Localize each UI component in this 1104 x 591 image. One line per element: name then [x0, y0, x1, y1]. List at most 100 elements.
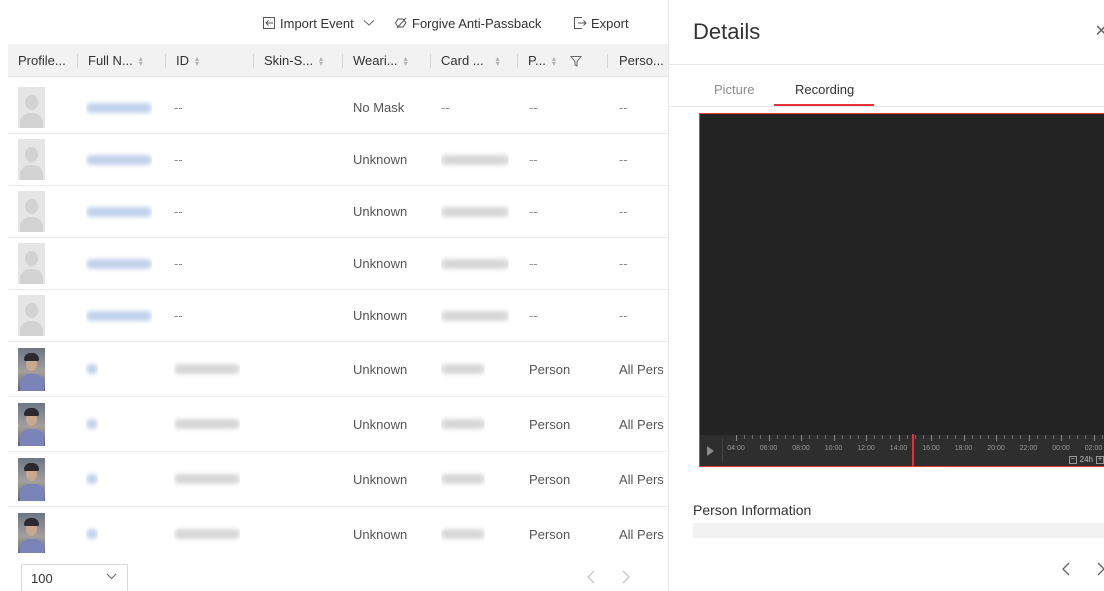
timeline-label: 04:00	[727, 445, 745, 452]
timeline-label: 10:00	[824, 445, 843, 452]
filter-icon[interactable]	[569, 55, 582, 67]
previous-record-icon[interactable]	[1061, 562, 1070, 576]
column-header-skin-surface[interactable]: Skin-S... ▴ ▾	[253, 44, 325, 77]
profile-cell	[18, 186, 45, 237]
timeline-minor-tick	[776, 435, 778, 439]
table-row[interactable]: -- No Mask -- -- --	[8, 82, 668, 134]
timeline-minor-tick	[752, 435, 754, 439]
timeline-minor-tick	[1036, 435, 1038, 439]
timeline-label: 02:00	[1084, 445, 1103, 452]
tab-picture[interactable]: Picture	[714, 82, 754, 97]
timeline-minor-tick	[809, 435, 811, 439]
full-name-cell[interactable]	[86, 134, 152, 185]
table-row[interactable]: -- Unknown -- --	[8, 186, 668, 238]
card-no-cell	[441, 290, 509, 341]
timeline-minor-tick	[979, 435, 981, 439]
profile-photo[interactable]	[18, 512, 45, 556]
timeline-major-tick	[996, 435, 997, 441]
wearing-mask-cell: Unknown	[353, 361, 408, 377]
table-row[interactable]: -- Unknown -- --	[8, 134, 668, 186]
export-button[interactable]: Export	[573, 14, 629, 32]
id-cell: --	[174, 152, 183, 167]
wearing-mask-cell: Unknown	[353, 416, 408, 432]
export-label: Export	[591, 15, 629, 31]
profile-photo[interactable]	[18, 457, 45, 501]
timeline-minor-tick	[914, 435, 916, 439]
card-no-cell	[441, 238, 509, 289]
card-no-cell: --	[441, 100, 450, 115]
full-name-cell[interactable]	[86, 290, 152, 341]
wearing-mask-cell: No Mask	[353, 100, 405, 115]
timeline-minor-tick	[987, 435, 989, 439]
import-event-button[interactable]: Import Event	[262, 14, 375, 32]
sort-icon[interactable]: ▴ ▾	[496, 54, 502, 67]
table-row[interactable]: Unknown Person All Pers	[8, 397, 668, 452]
full-name-cell[interactable]	[86, 342, 98, 396]
column-header-id[interactable]: ID ▴ ▾	[165, 44, 201, 77]
profile-cell	[18, 342, 45, 396]
table-row[interactable]: -- Unknown -- --	[8, 238, 668, 290]
id-cell: --	[174, 308, 183, 323]
timeline-major-tick	[931, 435, 932, 441]
zoom-out-icon[interactable]: −	[1068, 455, 1077, 464]
details-panel: Details ✕ Picture Recording 04:00 06:00 08…	[669, 0, 1104, 591]
sort-icon[interactable]: ▴ ▾	[319, 54, 325, 67]
full-name-cell[interactable]	[86, 186, 152, 237]
timeline-minor-tick	[947, 435, 949, 439]
column-header-card-no[interactable]: Card ... ▴ ▾	[430, 44, 502, 77]
sort-icon[interactable]: ▴ ▾	[139, 54, 145, 67]
timeline-minor-tick	[760, 435, 762, 439]
profile-photo[interactable]	[18, 402, 45, 446]
full-name-cell[interactable]	[86, 452, 98, 506]
tab-recording[interactable]: Recording	[795, 82, 854, 97]
next-page-icon[interactable]	[622, 570, 631, 584]
card-no-cell	[441, 186, 509, 237]
timeline-major-tick	[1093, 435, 1095, 441]
person-type-cell: --	[529, 256, 538, 271]
column-header-person-type[interactable]: P... ▴ ▾	[517, 44, 582, 77]
column-header-wearing-mask[interactable]: Weari... ▴ ▾	[342, 44, 410, 77]
timeline-separator	[722, 439, 723, 463]
timeline-minor-tick	[922, 435, 924, 439]
full-name-cell[interactable]	[86, 82, 152, 133]
next-record-icon[interactable]	[1097, 562, 1104, 576]
column-header-full-name[interactable]: Full N... ▴ ▾	[77, 44, 145, 77]
timeline-minor-tick	[857, 435, 859, 439]
column-header-person-group[interactable]: Perso...	[607, 44, 664, 77]
person-group-cell: --	[619, 308, 628, 323]
full-name-cell[interactable]	[86, 238, 152, 289]
table-row[interactable]: -- Unknown -- --	[8, 290, 668, 342]
table-header: Profile... Full N... ▴ ▾ ID ▴ ▾ Skin-S... …	[8, 44, 668, 77]
timeline-major-tick	[963, 435, 965, 441]
profile-photo[interactable]	[18, 347, 45, 391]
page-size-select[interactable]: 100	[21, 564, 128, 591]
playback-timeline[interactable]: 04:00 06:00 08:00 10:00 12:00 14:00 16:00 18:00…	[700, 434, 1104, 466]
timeline-cursor[interactable]	[912, 434, 914, 466]
profile-cell	[18, 134, 45, 185]
full-name-cell[interactable]	[86, 397, 98, 451]
sort-icon[interactable]: ▴ ▾	[195, 54, 201, 67]
close-icon[interactable]: ✕	[1095, 21, 1104, 41]
timeline-major-tick	[1061, 435, 1062, 441]
video-player[interactable]: 04:00 06:00 08:00 10:00 12:00 14:00 16:00 18:00…	[699, 113, 1104, 467]
sort-icon[interactable]: ▴ ▾	[404, 54, 410, 67]
id-cell: --	[174, 100, 183, 115]
id-cell	[174, 342, 240, 396]
wearing-mask-cell: Unknown	[353, 308, 408, 323]
previous-page-icon[interactable]	[586, 570, 595, 584]
table-body: -- No Mask -- -- -- -- Unknown -- -- -- Unknown -- -…	[8, 82, 668, 562]
timeline-major-tick	[768, 435, 770, 441]
sort-icon[interactable]: ▴ ▾	[552, 54, 558, 67]
person-type-cell: --	[529, 308, 538, 323]
card-no-cell	[441, 452, 485, 506]
timeline-zoom-control: − 24h +	[1068, 455, 1104, 464]
column-header-profile[interactable]: Profile...	[18, 44, 66, 77]
zoom-in-icon[interactable]: +	[1096, 455, 1104, 464]
play-icon[interactable]	[707, 446, 714, 456]
table-row[interactable]: Unknown Person All Pers	[8, 342, 668, 397]
forgive-icon	[394, 17, 407, 29]
timeline-label: 08:00	[792, 445, 810, 452]
forgive-anti-passback-button[interactable]: Forgive Anti-Passback	[394, 14, 541, 32]
table-row[interactable]: Unknown Person All Pers	[8, 452, 668, 507]
avatar-placeholder-icon	[18, 191, 45, 232]
